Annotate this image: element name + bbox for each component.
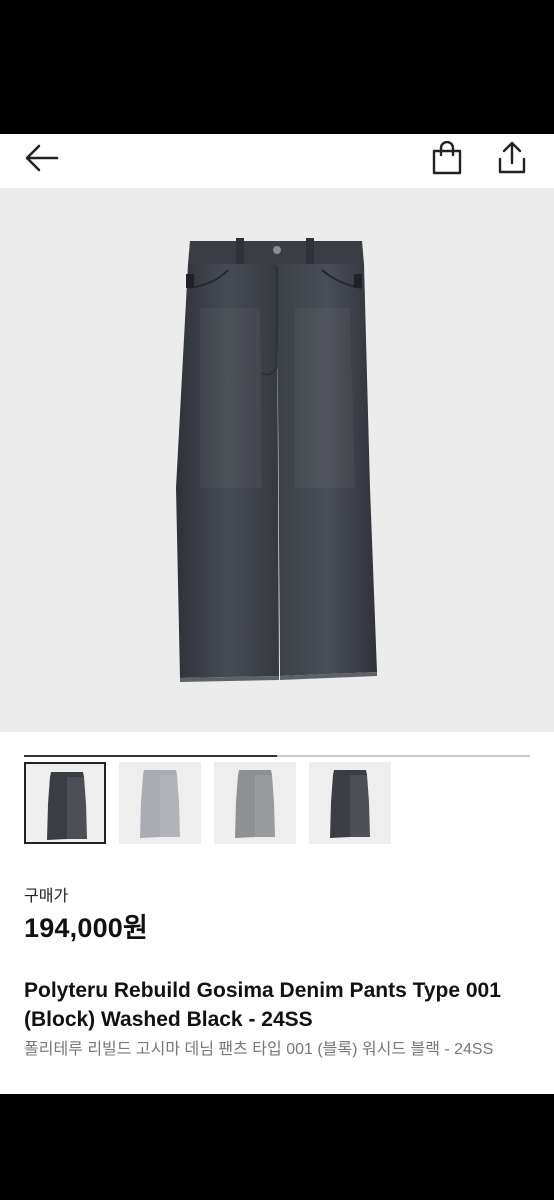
thumbnail-1[interactable] [24, 762, 106, 844]
thumbnail-image [140, 770, 180, 838]
thumbnail-image [235, 770, 275, 838]
product-title: Polyteru Rebuild Gosima Denim Pants Type… [24, 979, 501, 1031]
product-image-carousel[interactable] [0, 188, 554, 757]
bottom-bar-area [0, 1094, 554, 1200]
price-value: 194,000원 [24, 913, 149, 943]
thumbnail-list [24, 762, 530, 846]
price-label: 구매가 [24, 888, 69, 905]
product-image [176, 238, 377, 682]
back-button[interactable] [22, 138, 62, 178]
thumbnail-2[interactable] [119, 762, 201, 844]
carousel-progress-fill [24, 755, 277, 757]
product-detail-screen: 구매가 194,000원 Polyteru Rebuild Gosima Den… [0, 134, 554, 1094]
arrow-left-icon [25, 144, 59, 172]
thumbnail-image [47, 772, 87, 840]
top-navigation-bar [0, 134, 554, 188]
carousel-progress [24, 755, 530, 757]
thumbnail-3[interactable] [214, 762, 296, 844]
thumbnail-4[interactable] [309, 762, 391, 844]
status-area [0, 0, 554, 134]
shopping-bag-button[interactable] [427, 138, 467, 178]
shopping-bag-icon [432, 141, 462, 175]
thumbnail-image [330, 770, 370, 838]
product-subtitle: 폴리테루 리빌드 고시마 데님 팬츠 타입 001 (블록) 워시드 블랙 - … [24, 1041, 494, 1058]
share-icon [498, 141, 526, 174]
share-button[interactable] [492, 138, 532, 178]
